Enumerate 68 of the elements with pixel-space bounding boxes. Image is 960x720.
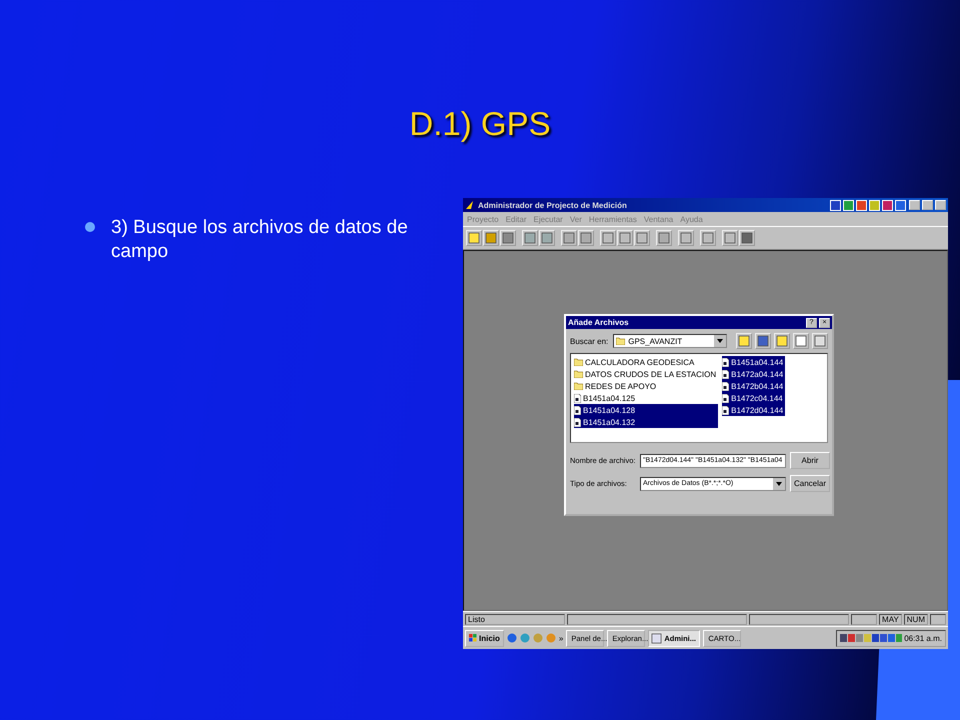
toolbar-button[interactable]: [678, 230, 694, 246]
file-item[interactable]: CALCULADORA GEODESICA: [574, 356, 718, 368]
document-icon: [574, 406, 581, 414]
quick-launch-icon[interactable]: [506, 633, 517, 643]
more-chevron[interactable]: »: [558, 634, 564, 642]
dialog-title: Añade Archivos: [568, 318, 630, 327]
toolbar-button[interactable]: [774, 333, 790, 349]
status-indicator: NUM: [904, 614, 928, 624]
file-item[interactable]: B1472d04.144: [722, 404, 786, 416]
toolbar-button[interactable]: [539, 230, 555, 246]
toolbar-button[interactable]: [700, 230, 716, 246]
toolbar-button[interactable]: [500, 230, 516, 246]
file-item[interactable]: B1451a04.144: [722, 356, 786, 368]
document-icon: [574, 394, 581, 402]
status-text: Listo: [465, 614, 565, 624]
cancel-button[interactable]: Cancelar: [790, 475, 830, 492]
toolbar-button[interactable]: [522, 230, 538, 246]
clock: 06:31 a.m.: [904, 634, 942, 642]
status-pane: [930, 614, 946, 624]
look-in-label: Buscar en:: [570, 336, 608, 346]
toolbar-button[interactable]: [739, 230, 755, 246]
file-item[interactable]: REDES DE APOYO: [574, 380, 718, 392]
status-pane: [851, 614, 878, 624]
document-icon: [722, 406, 730, 414]
window-title: Administrador de Projecto de Medición: [478, 200, 628, 210]
toolbar-button[interactable]: [561, 230, 577, 246]
file-item[interactable]: B1472b04.144: [722, 380, 786, 392]
slide-title: D.1) GPS: [408, 105, 552, 144]
file-item[interactable]: B1472c04.144: [722, 392, 786, 404]
tray-app-icon[interactable]: [830, 200, 841, 210]
tray-icons-drawing: [840, 633, 902, 643]
document-icon: [722, 370, 730, 378]
file-item[interactable]: DATOS CRUDOS DE LA ESTACION: [574, 368, 718, 380]
document-icon: [722, 358, 730, 366]
document-icon: [722, 394, 730, 402]
status-indicator: MAY: [879, 614, 902, 624]
bullet-text: 3) Busque los archivos de datos de campo: [111, 216, 409, 264]
toolbar-button[interactable]: [656, 230, 672, 246]
tray-app-icon[interactable]: [895, 200, 906, 210]
toolbar-button[interactable]: [812, 333, 828, 349]
toolbar-button[interactable]: [722, 230, 738, 246]
file-item[interactable]: B1451a04.125: [574, 392, 718, 404]
tray-app-icon[interactable]: [869, 200, 880, 210]
toolbar-button[interactable]: [600, 230, 616, 246]
toolbar-button[interactable]: [483, 230, 499, 246]
toolbar-button[interactable]: [578, 230, 594, 246]
tray-app-icon[interactable]: [856, 200, 867, 210]
toolbar-button[interactable]: [736, 333, 752, 349]
toolbar-button[interactable]: [755, 333, 771, 349]
tray-app-icon[interactable]: [843, 200, 854, 210]
tray-app-icon[interactable]: [882, 200, 893, 210]
toolbar-button[interactable]: [617, 230, 633, 246]
window-icon: [651, 632, 662, 644]
toolbar-button[interactable]: [634, 230, 650, 246]
open-button[interactable]: Abrir: [790, 452, 830, 469]
start-button[interactable]: Inicio: [465, 630, 504, 646]
toolbar-button[interactable]: [466, 230, 482, 246]
document-icon: [722, 382, 730, 390]
file-item[interactable]: B1472a04.144: [722, 368, 786, 380]
windows-logo-icon: [469, 634, 477, 642]
file-item[interactable]: B1451a04.132: [574, 416, 718, 428]
document-icon: [574, 418, 581, 426]
file-item[interactable]: B1451a04.128: [574, 404, 718, 416]
toolbar-button[interactable]: [793, 333, 809, 349]
app-logo-icon: [465, 200, 475, 210]
look-in-dropdown[interactable]: GPS_AVANZIT: [613, 334, 727, 348]
folder-icon: [616, 337, 626, 345]
bullet-dot: [85, 222, 95, 232]
